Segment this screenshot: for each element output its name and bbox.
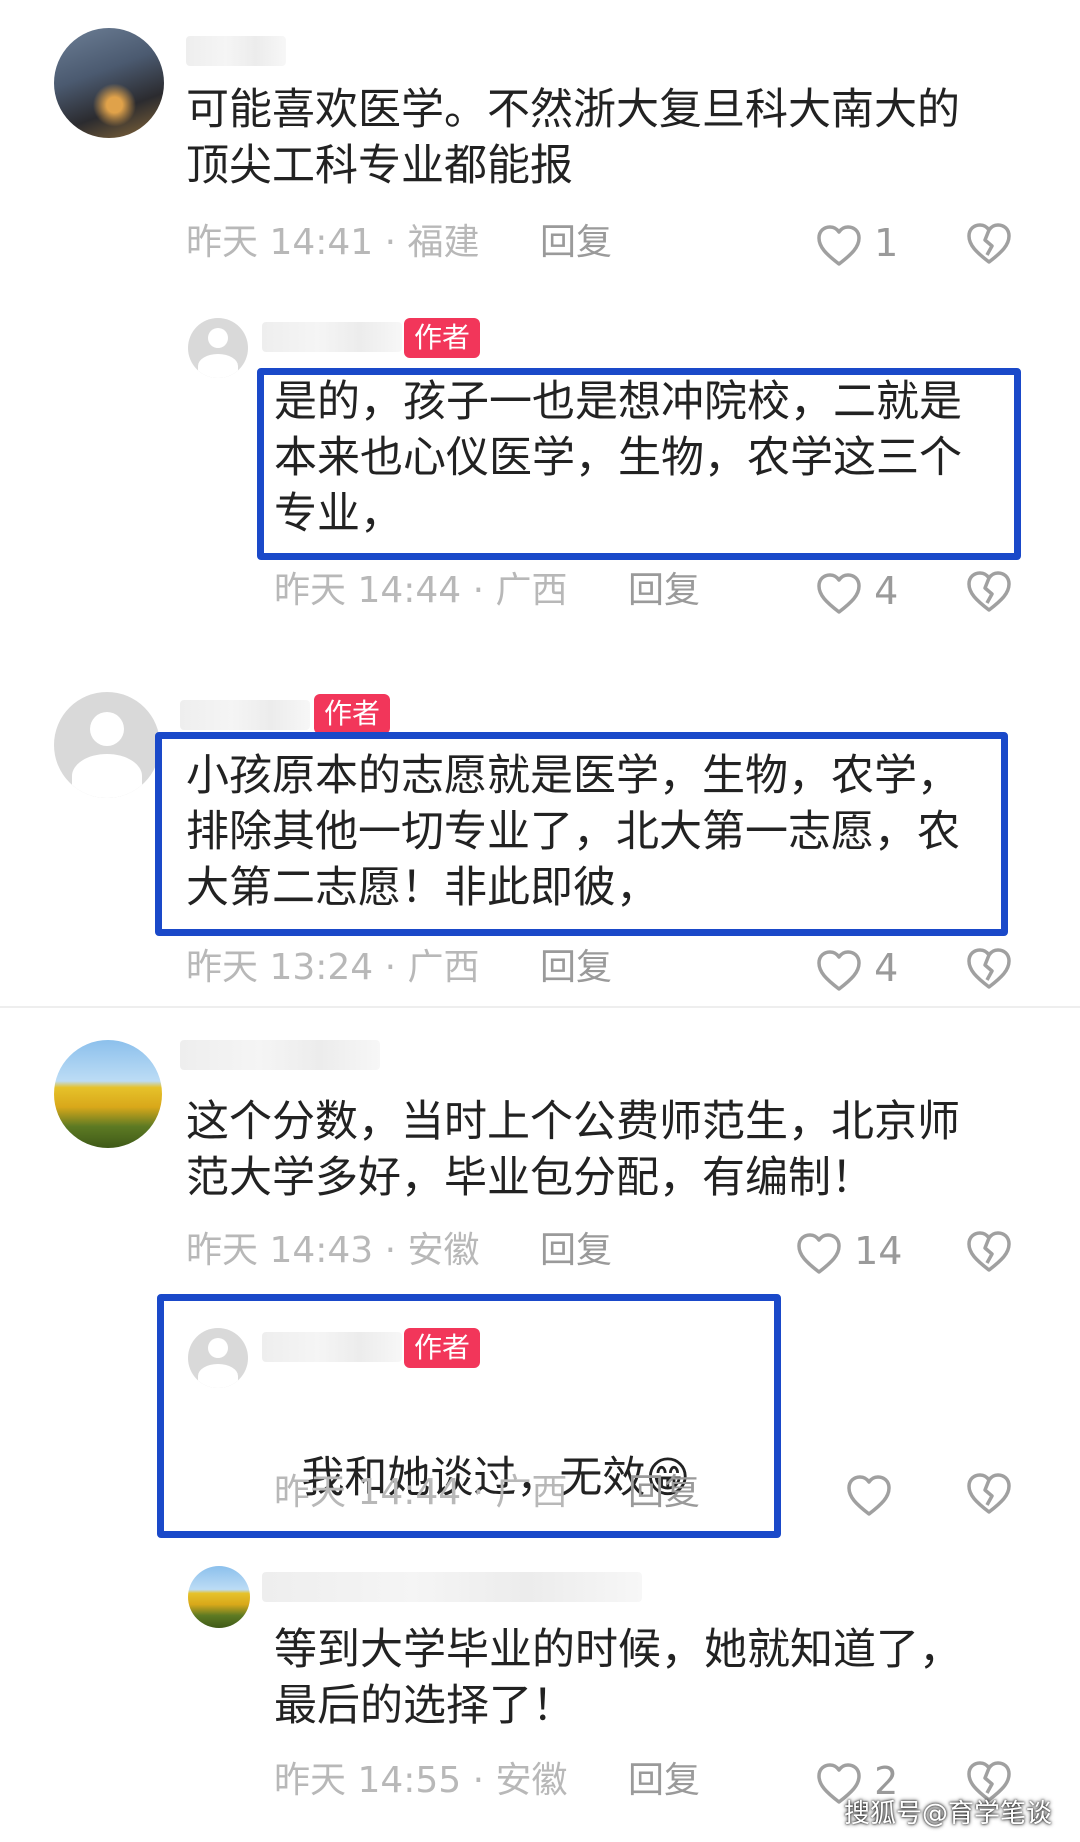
reply-button[interactable]: 回复 [540,943,612,993]
author-badge: 作者 [404,318,481,358]
username-blurred[interactable] [180,700,310,730]
broken-heart-icon[interactable] [966,1230,1012,1278]
comment-text: 这个分数，当时上个公费师范生，北京师 范大学多好，毕业包分配，有编制！ [186,1097,960,1203]
comment-meta: 昨天 14:41 · 福建 [186,222,480,263]
heart-outline-icon [817,949,861,991]
comment-text: 可能喜欢医学。不然浙大复旦科大南大的 顶尖工科专业都能报 [186,85,960,191]
reply-button[interactable]: 回复 [628,1468,700,1518]
comment-meta: 昨天 14:43 · 安徽 [186,1230,480,1271]
comment-text: 等到大学毕业的时候，她就知道了， 最后的选择了！ [274,1625,962,1731]
broken-heart-icon[interactable] [966,1472,1012,1520]
like-button[interactable]: 14 [796,1226,902,1276]
like-button[interactable]: 1 [816,218,898,268]
username-blurred[interactable] [262,1572,642,1602]
avatar-default[interactable] [188,318,248,378]
username-blurred[interactable] [262,1332,402,1362]
author-badge: 作者 [404,1328,481,1368]
comment-meta: 昨天 14:55 · 安徽 [274,1760,568,1801]
reply-button[interactable]: 回复 [540,218,612,268]
avatar-sunflowers[interactable] [54,1040,162,1148]
like-count: 14 [854,1229,903,1273]
avatar-sunflowers[interactable] [188,1566,250,1628]
like-button[interactable]: 4 [816,943,898,993]
username-blurred[interactable] [262,322,402,352]
username-blurred[interactable] [186,36,286,66]
comment-text: 小孩原本的志愿就是医学，生物，农学， 排除其他一切专业了，北大第一志愿，农 大第… [186,751,960,913]
like-count: 4 [874,569,899,613]
heart-outline-icon [817,572,861,614]
username-blurred[interactable] [180,1040,380,1070]
broken-heart-icon[interactable] [966,947,1012,995]
avatar-default[interactable] [188,1328,248,1388]
heart-outline-icon [817,224,861,266]
section-divider [0,1006,1080,1008]
like-count: 1 [874,221,899,265]
reply-button[interactable]: 回复 [628,1756,700,1806]
avatar-default[interactable] [54,692,160,798]
heart-outline-icon [847,1474,891,1516]
watermark: 搜狐号@育学笔谈 [843,1799,1052,1829]
author-badge: 作者 [314,694,391,734]
broken-heart-icon[interactable] [966,222,1012,270]
broken-heart-icon[interactable] [966,570,1012,618]
heart-outline-icon [797,1232,841,1274]
comment-meta: 昨天 13:24 · 广西 [186,947,480,988]
avatar-bridge[interactable] [54,28,164,138]
comment-text: 是的，孩子一也是想冲院校，二就是 本来也心仪医学，生物，农学这三个 专业， [274,377,962,539]
comment-meta: 昨天 14:44 · 广西 [274,1472,568,1513]
reply-button[interactable]: 回复 [628,566,700,616]
like-button[interactable]: 4 [816,566,898,616]
reply-button[interactable]: 回复 [540,1226,612,1276]
like-button[interactable] [846,1468,892,1518]
like-count: 4 [874,946,899,990]
comment-meta: 昨天 14:44 · 广西 [274,570,568,611]
